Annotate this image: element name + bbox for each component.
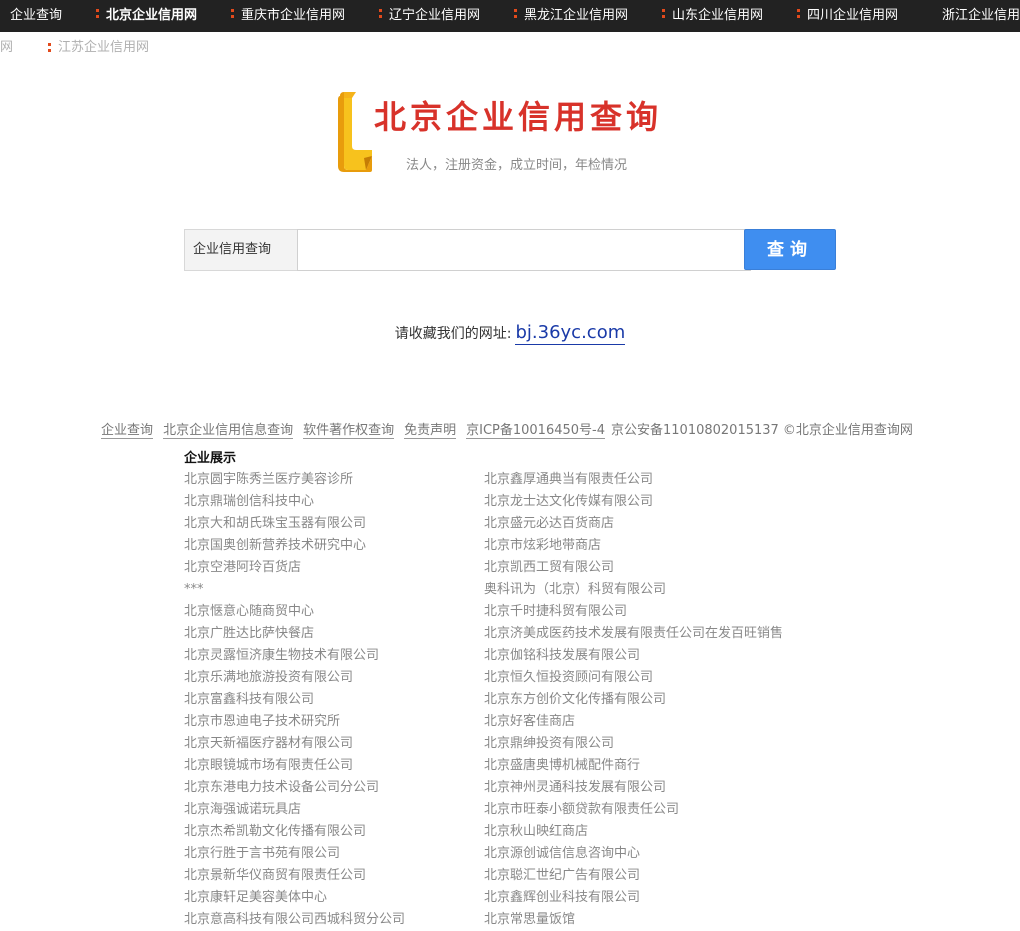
company-link[interactable]: 北京行胜于言书苑有限公司	[184, 843, 504, 865]
company-link[interactable]: 北京聪汇世纪广告有限公司	[484, 865, 804, 887]
nav-link-5[interactable]: 山东企业信用网	[662, 0, 764, 32]
nav-link-label: 重庆市企业信用网	[241, 8, 346, 23]
company-link[interactable]: 北京鼎绅投资有限公司	[484, 733, 804, 755]
company-link[interactable]: 北京乐满地旅游投资有限公司	[184, 667, 504, 689]
company-link[interactable]: 北京神州灵通科技发展有限公司	[484, 777, 804, 799]
bullet-icon	[797, 9, 800, 19]
company-showcase-heading: 企业展示	[184, 451, 237, 466]
footer-links: 企业查询 北京企业信用信息查询 软件著作权查询 免责声明 京ICP备10016450号-…	[0, 419, 1020, 439]
company-link[interactable]: 北京秋山映红商店	[484, 821, 804, 843]
company-link[interactable]: 北京市炫彩地带商店	[484, 535, 804, 557]
nav-link-label: 辽宁企业信用网	[389, 8, 481, 23]
company-list-right: 北京鑫厚通典当有限责任公司 北京龙士达文化传媒有限公司 北京盛元必达百货商店 北京市炫…	[484, 469, 804, 931]
company-link[interactable]: 北京伽铭科技发展有限公司	[484, 645, 804, 667]
nav-link-label: 浙江企业信用	[942, 8, 1020, 23]
company-link[interactable]: 北京意高科技有限公司西城科贸分公司	[184, 909, 504, 931]
company-link[interactable]: 北京济美成医药技术发展有限责任公司在发百旺销售	[484, 623, 804, 645]
bullet-icon	[48, 43, 51, 53]
footer-link-icp[interactable]: 京ICP备10016450号-4	[466, 423, 605, 439]
nav-link-2[interactable]: 重庆市企业信用网	[231, 0, 346, 32]
company-link[interactable]: 北京源创诚信信息咨询中心	[484, 843, 804, 865]
bookmark-text: 请收藏我们的网址:	[394, 326, 512, 342]
company-link[interactable]: 北京好客佳商店	[484, 711, 804, 733]
company-link[interactable]: ***	[184, 579, 504, 601]
nav-link-1[interactable]: 北京企业信用网	[96, 0, 198, 32]
company-link[interactable]: 北京恒久恒投资顾问有限公司	[484, 667, 804, 689]
company-link[interactable]: 北京杰希凯勒文化传播有限公司	[184, 821, 504, 843]
company-link[interactable]: 北京天新福医疗器材有限公司	[184, 733, 504, 755]
top-nav-overflow-row: 网 江苏企业信用网	[0, 32, 1020, 64]
company-link[interactable]: 北京圆宇陈秀兰医疗美容诊所	[184, 469, 504, 491]
footer-link-software-copyright[interactable]: 软件著作权查询	[303, 423, 395, 439]
footer-link-disclaimer[interactable]: 免责声明	[404, 423, 457, 439]
nav-link-4[interactable]: 黑龙江企业信用网	[514, 0, 629, 32]
company-link[interactable]: 北京眼镜城市场有限责任公司	[184, 755, 504, 777]
company-link[interactable]: 北京惬意心随商贸中心	[184, 601, 504, 623]
company-link[interactable]: 北京常思量饭馆	[484, 909, 804, 931]
nav-link-label: 北京企业信用网	[106, 8, 198, 23]
company-link[interactable]: 北京富鑫科技有限公司	[184, 689, 504, 711]
company-link[interactable]: 北京千时捷科贸有限公司	[484, 601, 804, 623]
nav-overflow-fragment[interactable]: 网	[0, 32, 13, 64]
company-link[interactable]: 北京灵露恒济康生物技术有限公司	[184, 645, 504, 667]
nav-link-0[interactable]: 企业查询	[10, 0, 62, 32]
top-nav-bar: 企业查询 北京企业信用网 重庆市企业信用网 辽宁企业信用网 黑龙江企业信用网 山东企业信用…	[0, 0, 1020, 32]
footer-link-beijing-credit[interactable]: 北京企业信用信息查询	[163, 423, 294, 439]
site-title: 北京企业信用查询	[374, 98, 663, 136]
company-link[interactable]: 北京东方创价文化传播有限公司	[484, 689, 804, 711]
company-link[interactable]: 奥科讯为（北京）科贸有限公司	[484, 579, 804, 601]
company-link[interactable]: 北京大和胡氏珠宝玉器有限公司	[184, 513, 504, 535]
nav-link-7[interactable]: 浙江企业信用	[942, 0, 1020, 32]
company-link[interactable]: 北京鑫辉创业科技有限公司	[484, 887, 804, 909]
nav-link-3[interactable]: 辽宁企业信用网	[379, 0, 481, 32]
bookmark-note: 请收藏我们的网址: bj.36yc.com	[0, 322, 1020, 345]
nav-link-label: 黑龙江企业信用网	[524, 8, 629, 23]
company-link[interactable]: 北京景新华仪商贸有限责任公司	[184, 865, 504, 887]
footer-copyright: 京公安备11010802015137 ©北京企业信用查询网	[611, 423, 913, 438]
footer-link-enterprise-query[interactable]: 企业查询	[101, 423, 154, 439]
nav-link-jiangsu[interactable]: 江苏企业信用网	[48, 32, 150, 64]
search-input[interactable]	[297, 229, 751, 271]
bullet-icon	[231, 9, 234, 19]
company-link[interactable]: 北京国奥创新营养技术研究中心	[184, 535, 504, 557]
site-tagline: 法人，注册资金，成立时间，年检情况	[406, 158, 628, 173]
company-link[interactable]: 北京东港电力技术设备公司分公司	[184, 777, 504, 799]
company-list-left: 北京圆宇陈秀兰医疗美容诊所 北京鼎瑞创信科技中心 北京大和胡氏珠宝玉器有限公司 北京国…	[184, 469, 504, 931]
company-link[interactable]: 北京龙士达文化传媒有限公司	[484, 491, 804, 513]
company-link[interactable]: 北京盛唐奥博机械配件商行	[484, 755, 804, 777]
bullet-icon	[96, 9, 99, 19]
bullet-icon	[514, 9, 517, 19]
company-showcase: 企业展示 北京圆宇陈秀兰医疗美容诊所 北京鼎瑞创信科技中心 北京大和胡氏珠宝玉器有限…	[184, 449, 884, 927]
company-link[interactable]: 北京广胜达比萨快餐店	[184, 623, 504, 645]
nav-link-6[interactable]: 四川企业信用网	[797, 0, 899, 32]
bullet-icon	[379, 9, 382, 19]
search-form: 企业信用查询 查询	[184, 229, 836, 271]
nav-link-label: 企业查询	[10, 8, 63, 23]
nav-link-label: 四川企业信用网	[807, 8, 899, 23]
search-label: 企业信用查询	[184, 229, 297, 271]
company-link[interactable]: 北京市旺泰小额贷款有限责任公司	[484, 799, 804, 821]
company-link[interactable]: 北京空港阿玲百货店	[184, 557, 504, 579]
company-link[interactable]: 北京市恩迪电子技术研究所	[184, 711, 504, 733]
site-logo[interactable]: 北京企业信用查询 法人，注册资金，成立时间，年检情况	[336, 90, 696, 180]
site-url-link[interactable]: bj.36yc.com	[515, 322, 626, 345]
nav-link-label: 江苏企业信用网	[58, 40, 150, 55]
company-link[interactable]: 北京海强诚诺玩具店	[184, 799, 504, 821]
company-link[interactable]: 北京鑫厚通典当有限责任公司	[484, 469, 804, 491]
folder-note-icon	[338, 92, 372, 172]
bullet-icon	[662, 9, 665, 19]
company-link[interactable]: 北京康轩足美容美体中心	[184, 887, 504, 909]
company-link[interactable]: 北京盛元必达百货商店	[484, 513, 804, 535]
search-button[interactable]: 查询	[744, 229, 836, 270]
company-link[interactable]: 北京凯西工贸有限公司	[484, 557, 804, 579]
company-link[interactable]: 北京鼎瑞创信科技中心	[184, 491, 504, 513]
nav-link-label: 山东企业信用网	[672, 8, 764, 23]
